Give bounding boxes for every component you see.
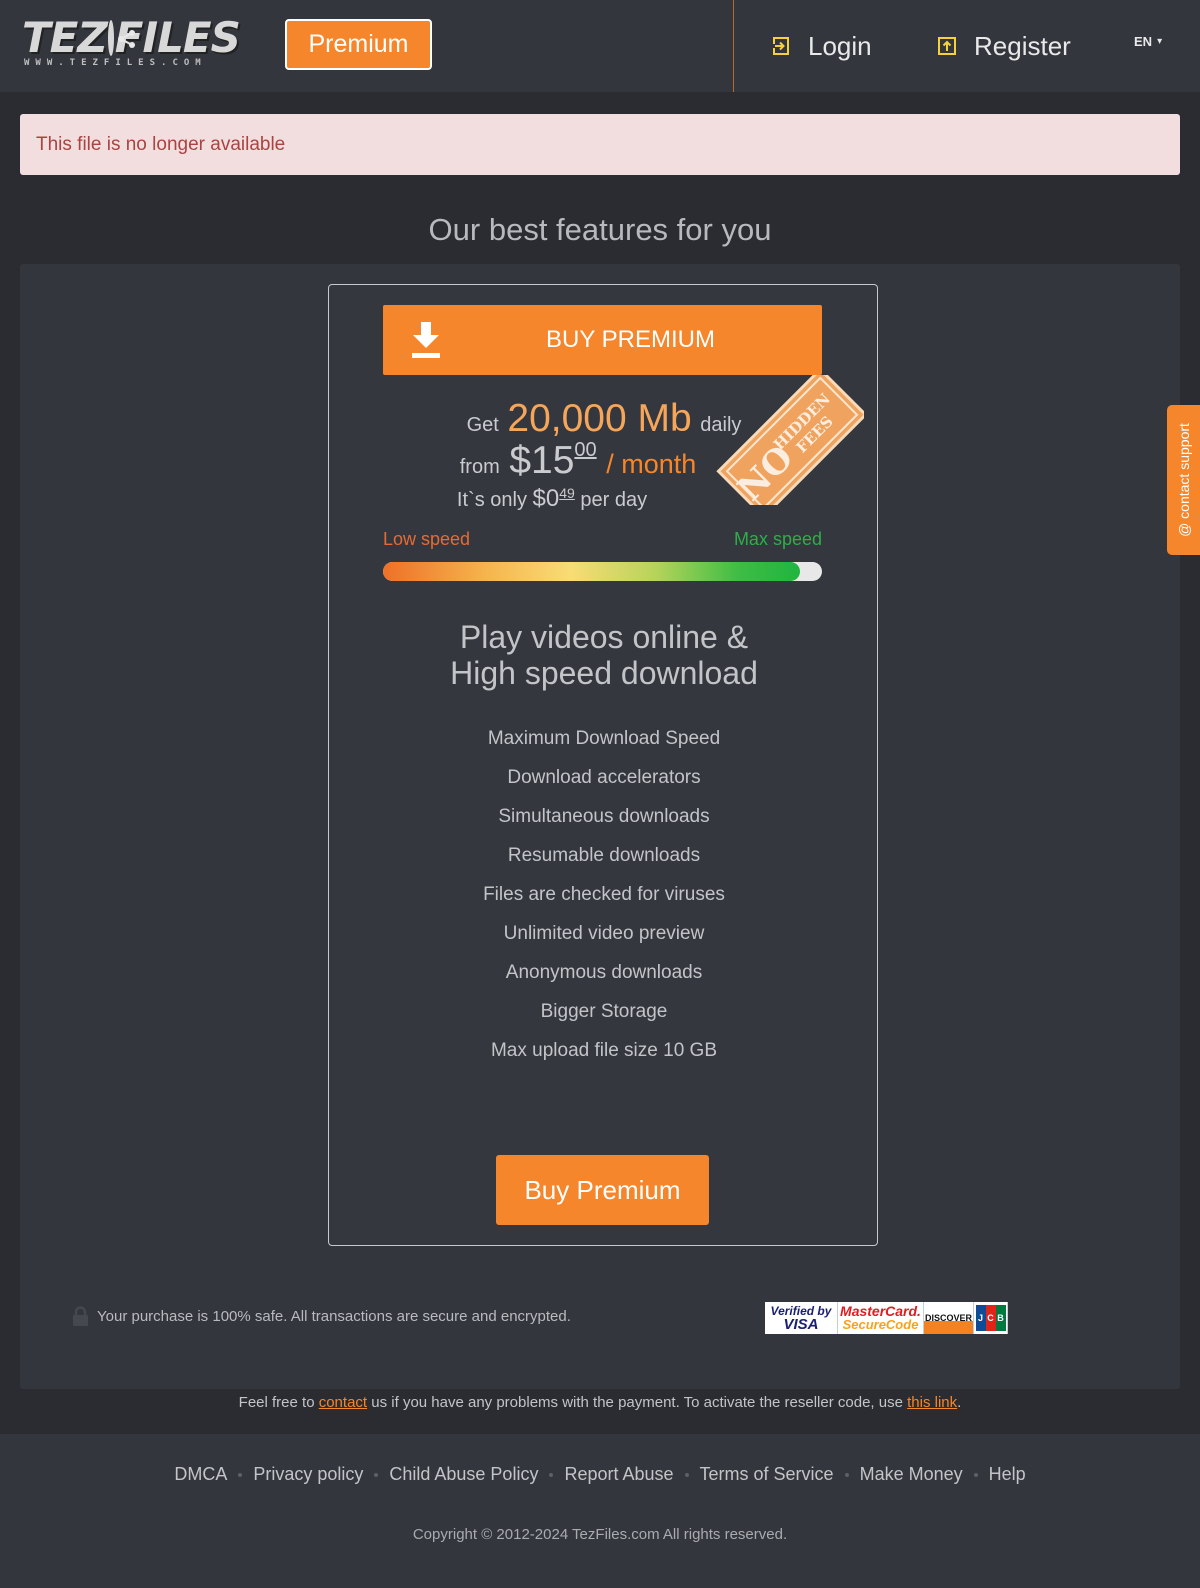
login-label: Login [808, 30, 872, 61]
feature-item: Anonymous downloads [505, 962, 703, 983]
language-label: EN [1134, 34, 1153, 49]
price-main: $15 [509, 439, 575, 482]
chevron-down-icon: ▾ [1157, 36, 1163, 47]
login-icon [772, 37, 789, 55]
visa-line2: VISA [783, 1316, 819, 1333]
register-icon [938, 37, 956, 55]
page-footer: DMCA Privacy policy Child Abuse Policy R… [0, 1434, 1200, 1588]
buy-premium-button[interactable]: BUY PREMIUM [383, 305, 822, 375]
feature-item: Unlimited video preview [503, 923, 705, 944]
logo-wordmark: TEZ FILES [22, 13, 241, 62]
download-icon [412, 322, 440, 358]
payment-logos: Verified by VISA MasterCard. SecureCode … [765, 1302, 1008, 1334]
discover-logo: DISCOVER [924, 1302, 974, 1334]
reseller-code-link[interactable]: this link [907, 1394, 957, 1411]
daily-amount: 20,000 Mb [507, 397, 692, 440]
help-prefix: Feel free to [238, 1394, 315, 1411]
separator-dot [973, 1472, 978, 1477]
footer-link-help[interactable]: Help [989, 1464, 1026, 1485]
feature-item: Resumable downloads [507, 845, 701, 866]
verified-by-visa-logo: Verified by VISA [765, 1302, 838, 1334]
buy-premium-bottom-button[interactable]: Buy Premium [496, 1155, 709, 1225]
separator-dot [374, 1472, 379, 1477]
per-day-suffix: per day [580, 489, 648, 511]
feature-item: Download accelerators [507, 767, 701, 788]
separator-dot [684, 1472, 689, 1477]
secure-note: Your purchase is 100% safe. All transact… [72, 1306, 571, 1326]
speed-bar-fill [383, 562, 801, 581]
mc-line1: MasterCard. [840, 1303, 921, 1319]
share-icon [107, 20, 135, 56]
header-divider [733, 0, 734, 92]
alert-message: This file is no longer available [36, 133, 286, 155]
feature-list: Maximum Download Speed Download accelera… [329, 719, 879, 1070]
register-link[interactable]: Register [938, 26, 1071, 66]
feature-item: Maximum Download Speed [487, 728, 721, 749]
login-link[interactable]: Login [772, 26, 872, 66]
logo-url: WWW.TEZFILES.COM [24, 58, 207, 68]
jcb-c: C [985, 1305, 996, 1331]
footer-link-privacy[interactable]: Privacy policy [253, 1464, 363, 1485]
lock-icon [73, 1306, 88, 1326]
from-label: from [459, 456, 500, 478]
play-videos-title: Play videos online & High speed download [329, 619, 879, 691]
speed-labels: Low speed Max speed [383, 529, 822, 553]
contact-support-tab[interactable]: @ contact support [1167, 405, 1200, 555]
copyright: Copyright © 2012-2024 TezFiles.com All r… [412, 1526, 788, 1543]
help-middle: us if you have any problems with the pay… [371, 1394, 903, 1411]
per-day-cents: 49 [559, 485, 575, 501]
help-suffix: . [957, 1394, 962, 1411]
speed-max-label: Max speed [733, 529, 822, 549]
mastercard-securecode-logo: MasterCard. SecureCode [838, 1302, 924, 1334]
play-title-line1: Play videos online & [459, 619, 749, 655]
footer-link-report-abuse[interactable]: Report Abuse [564, 1464, 673, 1485]
logo-text-left: TEZ [22, 13, 108, 62]
feature-item: Bigger Storage [540, 1001, 668, 1022]
separator-dot [238, 1472, 243, 1477]
top-header: TEZ FILES WWW.TEZFILES.COM Premium Login [0, 0, 1200, 92]
mc-line2: SecureCode [842, 1317, 919, 1332]
separator-dot [549, 1472, 554, 1477]
footer-link-dmca[interactable]: DMCA [174, 1464, 227, 1485]
premium-button[interactable]: Premium [285, 19, 432, 70]
register-label: Register [974, 30, 1071, 61]
get-label: Get [466, 414, 499, 436]
tezfiles-logo[interactable]: TEZ FILES WWW.TEZFILES.COM [22, 13, 241, 72]
jcb-b: B [995, 1305, 1006, 1331]
contact-link[interactable]: contact [319, 1394, 367, 1411]
jcb-j: J [975, 1305, 986, 1331]
feature-item: Max upload file size 10 GB [490, 1040, 717, 1061]
price-period: / month [606, 449, 697, 479]
separator-dot [844, 1472, 849, 1477]
feature-item: Simultaneous downloads [498, 806, 710, 827]
buy-premium-label: BUY PREMIUM [546, 326, 715, 353]
contact-support-label: @ contact support [1176, 423, 1192, 537]
section-title: Our best features for you [428, 212, 772, 247]
payment-help-text: Feel free to contact us if you have any … [0, 1394, 1200, 1411]
premium-offer-card: BUY PREMIUM Get 20,000 Mb daily from $15… [328, 284, 878, 1246]
footer-links: DMCA Privacy policy Child Abuse Policy R… [0, 1464, 1200, 1485]
speed-bar [383, 562, 822, 581]
price-cents: 00 [574, 439, 597, 461]
jcb-logo: J C B [974, 1302, 1008, 1334]
no-hidden-fees-stamp: NO HIDDEN FEES [716, 375, 864, 505]
language-selector[interactable]: EN ▾ [1134, 34, 1162, 49]
play-title-line2: High speed download [450, 655, 758, 691]
speed-low-label: Low speed [383, 529, 471, 549]
footer-link-terms[interactable]: Terms of Service [700, 1464, 834, 1485]
per-day-main: $0 [532, 485, 560, 512]
feature-item: Files are checked for viruses [483, 884, 725, 905]
secure-note-text: Your purchase is 100% safe. All transact… [97, 1307, 571, 1325]
footer-link-child-abuse[interactable]: Child Abuse Policy [389, 1464, 538, 1485]
footer-link-make-money[interactable]: Make Money [860, 1464, 963, 1485]
unavailable-alert: This file is no longer available [20, 114, 1180, 175]
per-day-prefix: It`s only [456, 489, 527, 511]
